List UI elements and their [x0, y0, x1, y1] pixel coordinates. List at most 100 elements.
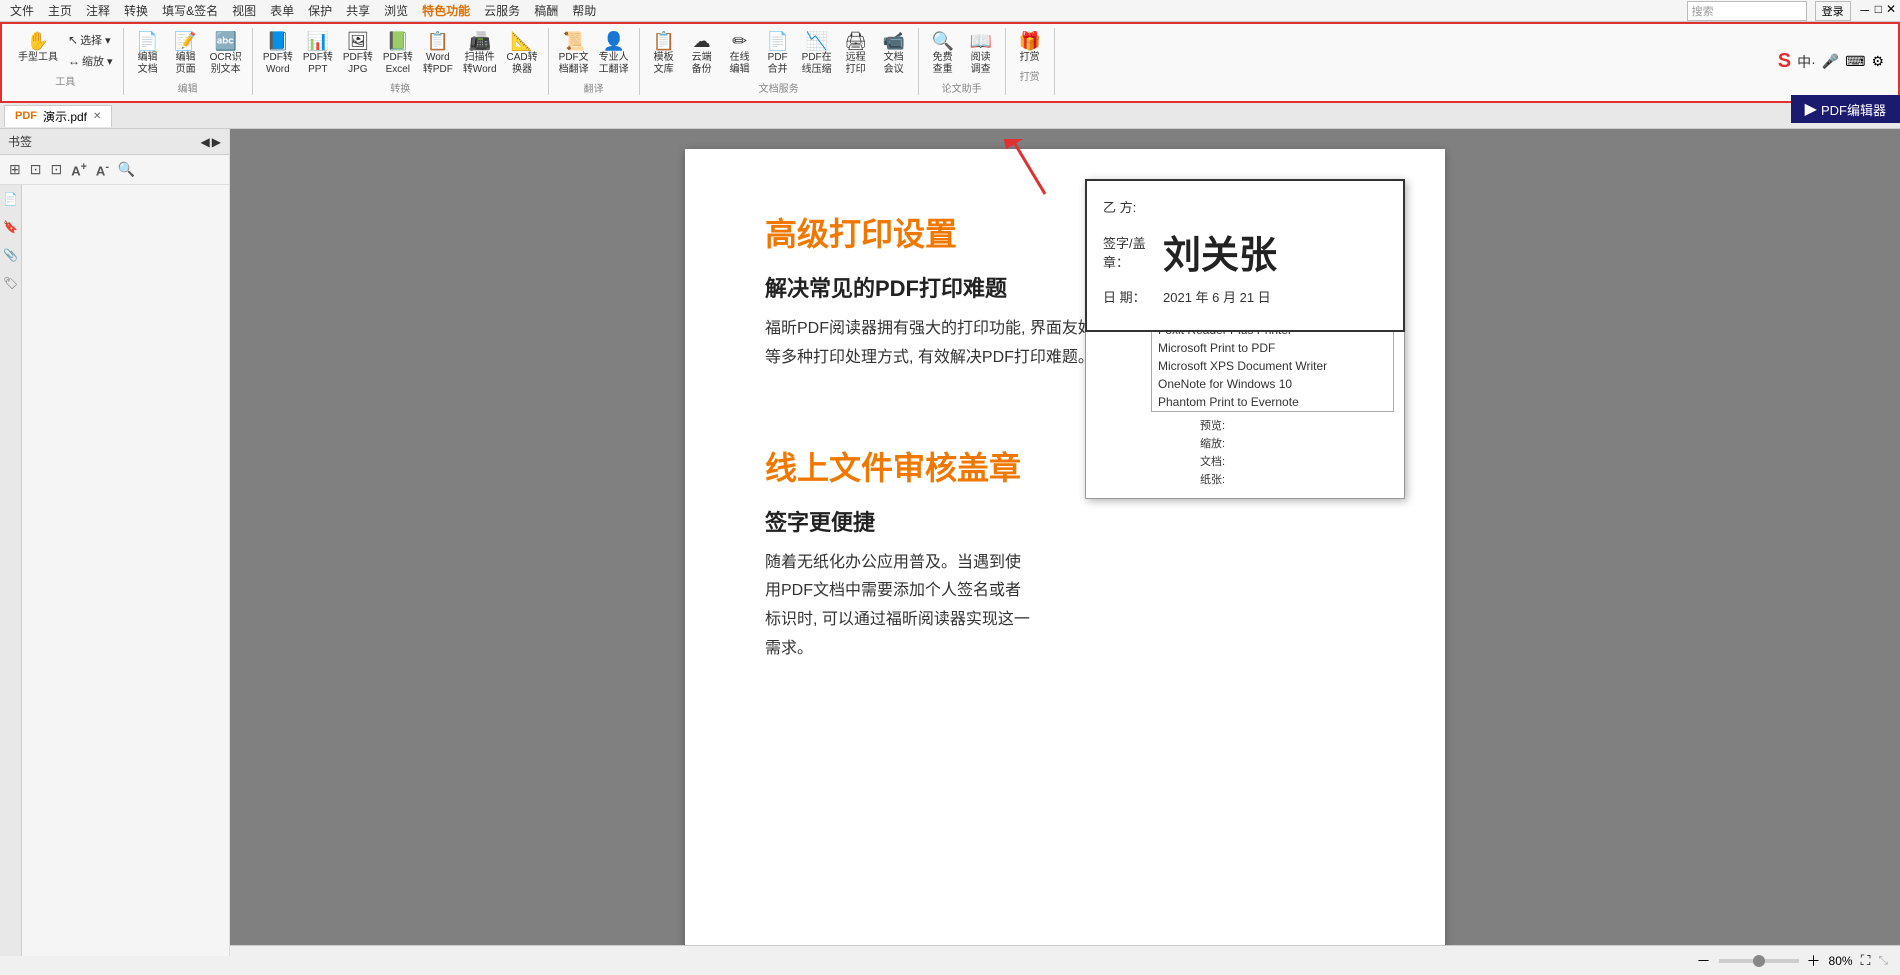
print-labels-right: 预览: 缩放: 文档: 纸张: — [1194, 416, 1394, 488]
sidebar-title: 书签 — [8, 133, 32, 150]
menu-home[interactable]: 主页 — [42, 0, 78, 21]
mic-icon: 🎤 — [1822, 53, 1839, 70]
print-paper-label: 纸张: — [1200, 471, 1225, 487]
printer-list-item[interactable]: Microsoft Print to PDF — [1152, 339, 1393, 357]
red-arrow-annotation — [985, 139, 1065, 204]
word-to-pdf-btn[interactable]: 📋 Word转PDF — [419, 30, 457, 78]
zoom-minus-btn[interactable]: － — [1697, 951, 1711, 957]
ribbon-section-convert: 📘 PDF转Word 📊 PDF转PPT 🖼 PDF转JPG 📗 PDF转Exc… — [253, 28, 549, 95]
menu-form[interactable]: 表单 — [264, 0, 300, 21]
sidebar-font-increase-btn[interactable]: A+ — [68, 159, 90, 180]
cad-converter-btn[interactable]: 📐 CAD转换器 — [503, 30, 542, 78]
sidebar-left-icons: 📄 🔖 📎 🏷 — [0, 185, 22, 956]
seal-row-sign: 签字/盖章： 刘关张 — [1103, 224, 1387, 279]
sidebar-bookmark-icon[interactable]: 🔖 — [0, 217, 21, 237]
menu-bar: 文件 主页 注释 转换 填写&签名 视图 表单 保护 共享 浏览 特色功能 云服… — [0, 0, 1900, 22]
pdf-translate-btn[interactable]: 📜 PDF文档翻译 — [555, 30, 593, 78]
minimize-btn[interactable]: － — [1859, 2, 1871, 19]
pdf-area[interactable]: 高级打印设置 解决常见的PDF打印难题 福昕PDF阅读器拥有强大的打印功能, 界… — [230, 129, 1900, 956]
pdf-to-jpg-btn[interactable]: 🖼 PDF转JPG — [339, 30, 377, 78]
doc-tab-demo[interactable]: PDF 演示.pdf ✕ — [4, 105, 112, 127]
zoom-slider-thumb[interactable] — [1753, 955, 1765, 957]
online-edit-btn[interactable]: ✏ 在线编辑 — [722, 30, 758, 78]
menu-fill-sign[interactable]: 填写&签名 — [156, 0, 224, 21]
edit-page-btn[interactable]: 📝 编辑页面 — [168, 30, 204, 78]
print-scale-label: 缩放: — [1200, 435, 1225, 451]
pdf-merge-btn[interactable]: 📄 PDF合并 — [760, 30, 796, 78]
printer-list-item[interactable]: OneNote for Windows 10 — [1152, 375, 1393, 393]
hand-tool-btn[interactable]: ✋ 手型工具 — [14, 30, 62, 66]
menu-cloud[interactable]: 云服务 — [478, 0, 526, 21]
plagiarism-check-btn[interactable]: 🔍 免费查重 — [925, 30, 961, 78]
edit-doc-btn[interactable]: 📄 编辑文档 — [130, 30, 166, 78]
reading-survey-btn[interactable]: 📖 阅读调查 — [963, 30, 999, 78]
menu-reward[interactable]: 稿酬 — [528, 0, 564, 21]
menu-protect[interactable]: 保护 — [302, 0, 338, 21]
printer-list-item[interactable]: Phantom Print to Evernote — [1152, 393, 1393, 411]
human-translate-btn[interactable]: 👤 专业人工翻译 — [595, 30, 633, 78]
menu-convert[interactable]: 转换 — [118, 0, 154, 21]
print-row-doc: 文档: — [1194, 452, 1394, 470]
print-row-preview: 预览: — [1194, 416, 1394, 434]
pdf-to-excel-btn[interactable]: 📗 PDF转Excel — [379, 30, 417, 78]
settings-icon: ⚙ — [1871, 53, 1884, 70]
menu-share[interactable]: 共享 — [340, 0, 376, 21]
tab-filename: 演示.pdf — [43, 108, 87, 125]
ribbon-section-research: 🔍 免费查重 📖 阅读调查 论文助手 — [919, 28, 1006, 95]
window-controls: － □ ✕ — [1859, 2, 1896, 19]
sidebar-font-decrease-btn[interactable]: A- — [93, 159, 112, 180]
sidebar-view-btn1[interactable]: ⊡ — [27, 159, 45, 180]
pdf-compress-btn[interactable]: 📉 PDF在线压缩 — [798, 30, 836, 78]
close-btn[interactable]: ✕ — [1886, 2, 1896, 19]
zoom-plus-btn[interactable]: ＋ — [1807, 951, 1821, 957]
seal-date-value: 2021 年 6 月 21 日 — [1163, 287, 1271, 306]
pdf-editor-badge[interactable]: ▶ PDF编辑器 — [1791, 95, 1900, 123]
keyboard-icon: ⌨ — [1845, 53, 1865, 70]
main-layout: 书签 ◀ ▶ ⊞ ⊡ ⊡ A+ A- 🔍 📄 🔖 📎 🏷 — [0, 129, 1900, 956]
sidebar-page-icon[interactable]: 📄 — [0, 189, 21, 209]
sidebar-nav-prev[interactable]: ◀ — [201, 135, 210, 149]
pdf-to-word-btn[interactable]: 📘 PDF转Word — [259, 30, 297, 78]
seal-box: 乙 方: 签字/盖章： 刘关张 日 期： 2021 年 6 月 21 日 — [1085, 179, 1405, 332]
sidebar-tag-icon[interactable]: 🏷 — [0, 273, 21, 293]
sidebar-attach-icon[interactable]: 📎 — [0, 245, 21, 265]
login-btn[interactable]: 登录 — [1815, 1, 1851, 21]
sidebar-add-btn[interactable]: ⊞ — [6, 159, 24, 180]
fullscreen-btn[interactable]: ⛶ — [1861, 952, 1871, 956]
sidebar-search-btn[interactable]: 🔍 — [115, 159, 138, 180]
sidebar: 书签 ◀ ▶ ⊞ ⊡ ⊡ A+ A- 🔍 📄 🔖 📎 🏷 — [0, 129, 230, 956]
ocr-btn[interactable]: 🔤 OCR识别文本 — [206, 30, 246, 78]
tab-bar: PDF 演示.pdf ✕ ☁ ⬇ ▶ PDF编辑器 — [0, 103, 1900, 129]
sidebar-view-btn2[interactable]: ⊡ — [47, 159, 65, 180]
tab-close-btn[interactable]: ✕ — [93, 111, 101, 122]
maximize-btn[interactable]: □ — [1875, 2, 1882, 19]
menu-help[interactable]: 帮助 — [566, 0, 602, 21]
printer-list-item[interactable]: Microsoft XPS Document Writer — [1152, 357, 1393, 375]
menu-special[interactable]: 特色功能 — [416, 0, 476, 21]
menu-browse[interactable]: 浏览 — [378, 0, 414, 21]
reward-btn[interactable]: 🎁 打赏 — [1012, 30, 1048, 66]
seal-party-label: 乙 方: — [1103, 197, 1163, 216]
template-btn[interactable]: 📋 模板文库 — [646, 30, 682, 78]
ribbon-section-docservices: 📋 模板文库 ☁ 云端备份 ✏ 在线编辑 📄 PDF合并 📉 PDF在 — [640, 28, 919, 95]
sogou-zh-icon: 中· — [1797, 52, 1816, 72]
remote-print-btn[interactable]: 🖨 远程打印 — [838, 30, 874, 78]
seal-sign-label: 签字/盖章： — [1103, 233, 1163, 271]
select-btn[interactable]: ↖ 选择 ▾ — [64, 30, 117, 50]
sidebar-nav-next[interactable]: ▶ — [212, 135, 221, 149]
menu-file[interactable]: 文件 — [4, 0, 40, 21]
pdf-editor-label: PDF编辑器 — [1821, 100, 1886, 119]
menu-view[interactable]: 视图 — [226, 0, 262, 21]
doc-meeting-btn[interactable]: 📹 文档会议 — [876, 30, 912, 78]
print-doc-label: 文档: — [1200, 453, 1225, 469]
cloud-backup-btn[interactable]: ☁ 云端备份 — [684, 30, 720, 78]
ribbon: ✋ 手型工具 ↖ 选择 ▾ ↔ 缩放 ▾ 工具 — [0, 22, 1900, 103]
zoom-btn[interactable]: ↔ 缩放 ▾ — [64, 51, 117, 71]
menu-annotate[interactable]: 注释 — [80, 0, 116, 21]
ribbon-section-translate: 📜 PDF文档翻译 👤 专业人工翻译 翻译 — [549, 28, 640, 95]
input-method-bar: S 中· 🎤 ⌨ ⚙ — [1770, 28, 1892, 95]
scan-to-pdf-btn[interactable]: 📠 扫描件转Word — [459, 30, 501, 78]
pdf-to-ppt-btn[interactable]: 📊 PDF转PPT — [299, 30, 337, 78]
ribbon-section-tools: ✋ 手型工具 ↖ 选择 ▾ ↔ 缩放 ▾ 工具 — [8, 28, 124, 95]
search-input-box[interactable]: 搜索 — [1687, 1, 1807, 21]
